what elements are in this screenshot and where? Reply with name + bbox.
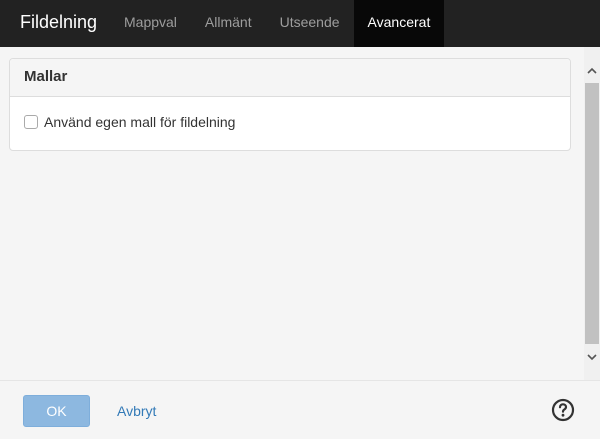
app-title: Fildelning	[20, 12, 98, 32]
custom-template-option[interactable]: Använd egen mall för fildelning	[24, 114, 556, 130]
content-area: Mallar Använd egen mall för fildelning	[0, 47, 584, 380]
scroll-down-icon[interactable]	[584, 349, 600, 366]
panel-title: Mallar	[10, 59, 570, 97]
tab-utseende[interactable]: Utseende	[266, 0, 354, 47]
panel-body: Använd egen mall för fildelning	[10, 97, 570, 147]
tab-avancerat[interactable]: Avancerat	[353, 0, 445, 47]
custom-template-label[interactable]: Använd egen mall för fildelning	[44, 114, 235, 130]
dialog-footer: OK Avbryt	[0, 380, 600, 439]
help-icon[interactable]	[551, 398, 575, 422]
scroll-up-icon[interactable]	[584, 63, 600, 80]
cancel-link[interactable]: Avbryt	[117, 403, 156, 419]
templates-panel: Mallar Använd egen mall för fildelning	[9, 58, 571, 151]
tab-allmant[interactable]: Allmänt	[191, 0, 266, 47]
top-navbar: Fildelning Mappval Allmänt Utseende Avan…	[0, 0, 600, 47]
scroll-thumb[interactable]	[585, 83, 599, 344]
tab-mappval[interactable]: Mappval	[110, 0, 191, 47]
custom-template-checkbox[interactable]	[24, 115, 38, 129]
vertical-scrollbar[interactable]	[584, 47, 600, 380]
tab-bar: Mappval Allmänt Utseende Avancerat	[110, 0, 445, 47]
ok-button[interactable]: OK	[23, 395, 90, 427]
